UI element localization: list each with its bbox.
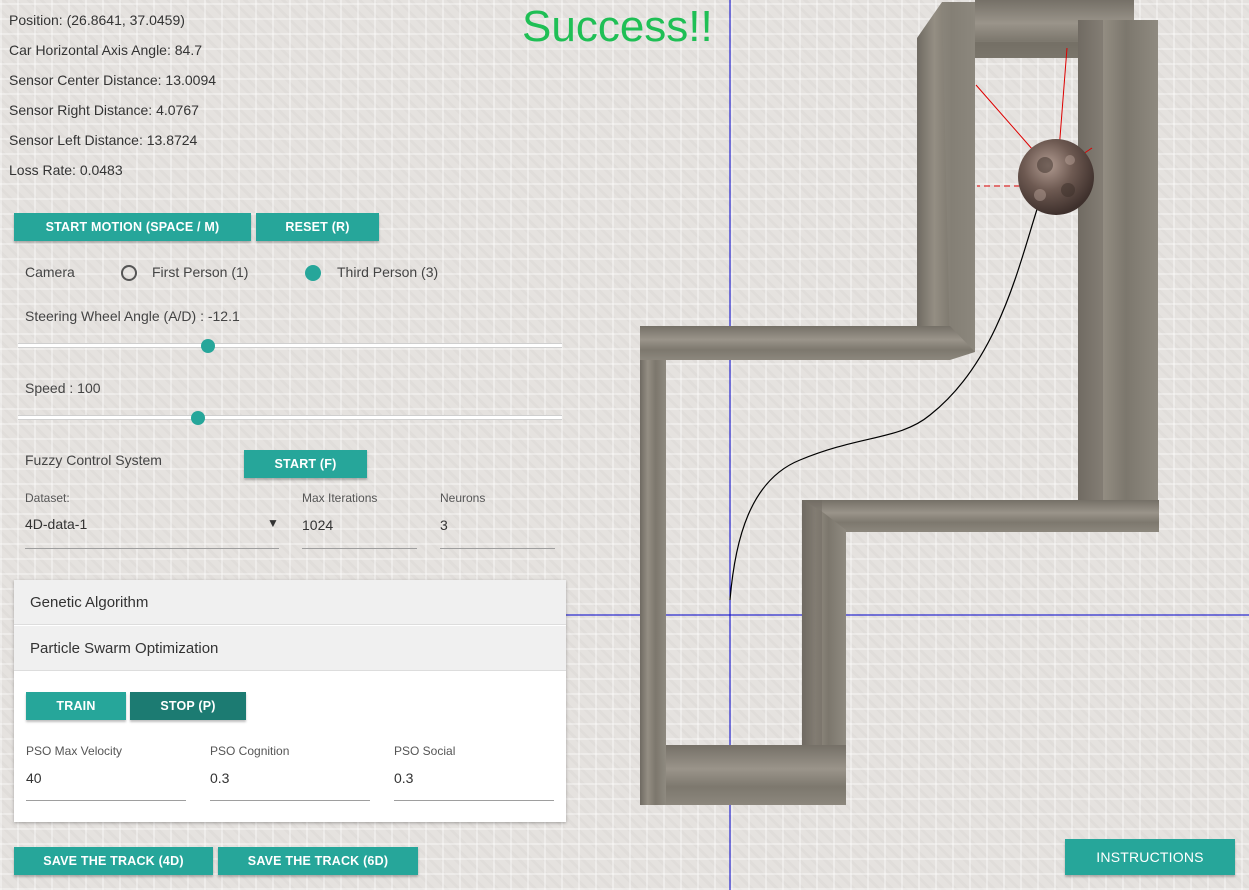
max-iterations-label: Max Iterations [302,491,378,505]
pso-cognition-underline [210,800,370,801]
car-trajectory [729,199,1041,601]
car-icon [1018,139,1094,215]
instructions-button[interactable]: INSTRUCTIONS [1065,839,1235,875]
pso-social-underline [394,800,554,801]
pso-social-input[interactable]: 0.3 [394,770,413,786]
sensor-right-readout: Sensor Right Distance: 4.0767 [9,102,199,118]
pso-max-velocity-label: PSO Max Velocity [26,744,123,758]
camera-option-label: Third Person (3) [337,264,439,280]
radio-checked-icon[interactable] [305,265,321,281]
sensor-center-readout: Sensor Center Distance: 13.0094 [9,72,217,88]
position-readout: Position: (26.8641, 37.0459) [9,12,185,28]
dataset-label: Dataset: [25,491,70,505]
max-iterations-input[interactable]: 1024 [302,517,333,533]
dataset-value: 4D-data-1 [25,516,88,532]
train-button[interactable]: TRAIN [26,692,126,720]
neurons-input[interactable]: 3 [440,517,448,533]
steering-slider[interactable] [18,343,562,348]
sensor-left-readout: Sensor Left Distance: 13.8724 [9,132,198,148]
success-message: Success!! [522,2,713,51]
neurons-underline [440,548,555,549]
genetic-algorithm-header[interactable]: Genetic Algorithm [14,580,566,625]
fuzzy-start-button[interactable]: START (F) [244,450,367,478]
pso-max-velocity-underline [26,800,186,801]
speed-slider[interactable] [18,415,562,420]
caret-down-icon[interactable]: ▼ [267,516,279,530]
loss-rate-readout: Loss Rate: 0.0483 [9,162,123,178]
save-track-4d-button[interactable]: SAVE THE TRACK (4D) [14,847,213,875]
camera-label: Camera [25,264,75,280]
speed-slider-thumb[interactable] [190,411,205,425]
pso-header[interactable]: Particle Swarm Optimization [14,626,566,671]
save-track-6d-button[interactable]: SAVE THE TRACK (6D) [218,847,418,875]
start-motion-button[interactable]: START MOTION (SPACE / M) [14,213,251,241]
camera-option-label: First Person (1) [152,264,249,280]
max-iterations-underline [302,548,417,549]
steering-label: Steering Wheel Angle (A/D) : -12.1 [25,308,240,324]
neurons-label: Neurons [440,491,486,505]
algorithm-panel: Genetic Algorithm Particle Swarm Optimiz… [14,580,566,822]
reset-button[interactable]: RESET (R) [256,213,379,241]
fuzzy-label: Fuzzy Control System [25,452,162,468]
track-walls [640,0,1159,805]
pso-cognition-input[interactable]: 0.3 [210,770,229,786]
angle-readout: Car Horizontal Axis Angle: 84.7 [9,42,202,58]
pso-social-label: PSO Social [394,744,456,758]
speed-label: Speed : 100 [25,380,101,396]
pso-max-velocity-input[interactable]: 40 [26,770,42,786]
pso-cognition-label: PSO Cognition [210,744,290,758]
radio-unchecked-icon[interactable] [121,265,137,281]
dataset-underline [25,548,279,549]
stop-button[interactable]: STOP (P) [130,692,246,720]
